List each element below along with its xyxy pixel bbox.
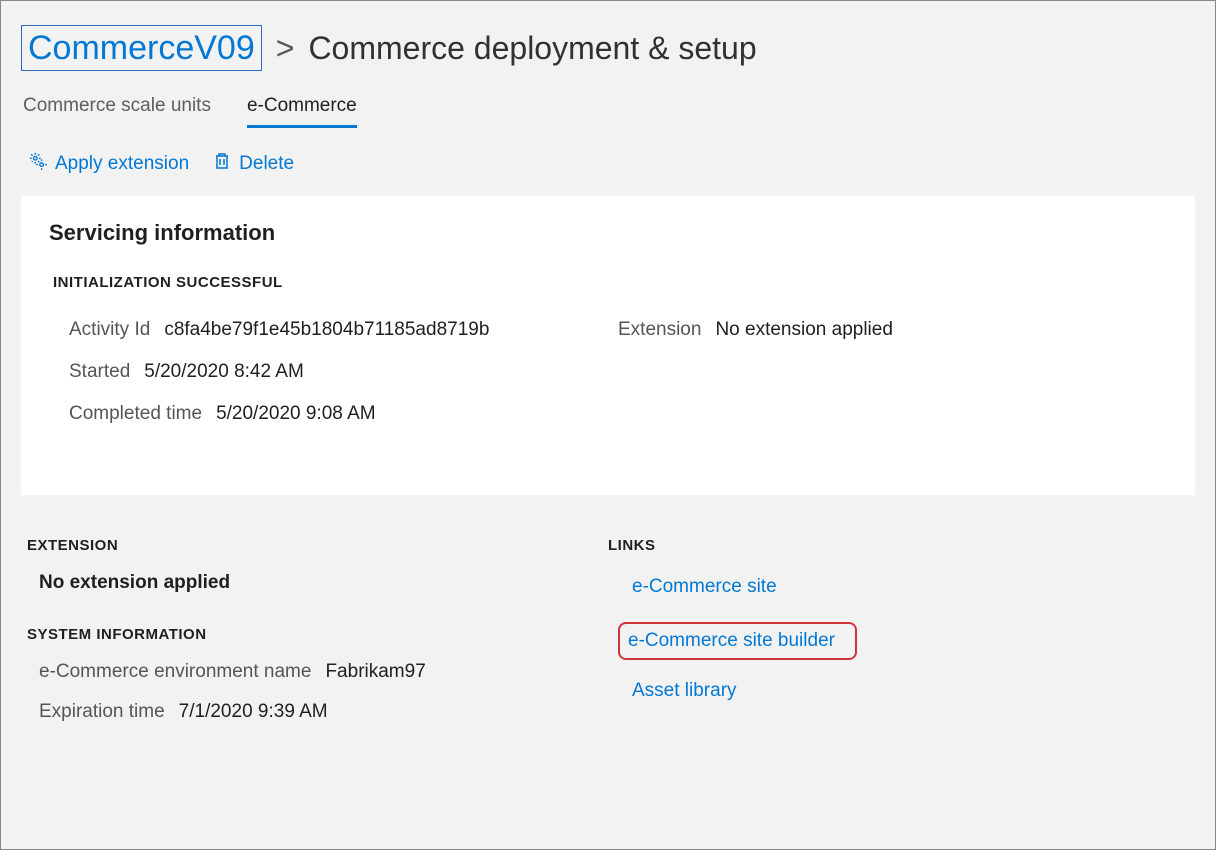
delete-label: Delete xyxy=(239,153,294,175)
system-information-heading: SYSTEM INFORMATION xyxy=(27,626,608,643)
extension-label: Extension xyxy=(618,319,701,341)
expiration-value: 7/1/2020 9:39 AM xyxy=(179,701,328,723)
started-value: 5/20/2020 8:42 AM xyxy=(144,361,304,383)
apply-extension-label: Apply extension xyxy=(55,153,189,175)
extension-value: No extension applied xyxy=(715,319,892,341)
servicing-title: Servicing information xyxy=(49,220,1167,246)
completed-time-label: Completed time xyxy=(69,403,202,425)
tab-commerce-scale-units[interactable]: Commerce scale units xyxy=(23,95,211,128)
trash-icon xyxy=(213,152,231,176)
link-asset-library[interactable]: Asset library xyxy=(626,676,743,706)
extension-section-value: No extension applied xyxy=(27,572,608,594)
toolbar: Apply extension Delete xyxy=(21,152,1195,176)
links-heading: LINKS xyxy=(608,537,1189,554)
breadcrumb-link[interactable]: CommerceV09 xyxy=(21,25,262,71)
env-name-value: Fabrikam97 xyxy=(325,661,425,683)
started-label: Started xyxy=(69,361,130,383)
page-title: Commerce deployment & setup xyxy=(308,30,756,67)
tab-e-commerce[interactable]: e-Commerce xyxy=(247,95,357,128)
initialization-status: INITIALIZATION SUCCESSFUL xyxy=(49,274,1167,291)
completed-time-value: 5/20/2020 9:08 AM xyxy=(216,403,376,425)
extension-heading: EXTENSION xyxy=(27,537,608,554)
servicing-card: Servicing information INITIALIZATION SUC… xyxy=(21,196,1195,495)
breadcrumb-separator: > xyxy=(276,30,295,67)
apply-extension-button[interactable]: Apply extension xyxy=(29,152,189,176)
env-name-label: e-Commerce environment name xyxy=(39,661,311,683)
activity-id-label: Activity Id xyxy=(69,319,150,341)
breadcrumb: CommerceV09 > Commerce deployment & setu… xyxy=(21,25,1195,71)
expiration-label: Expiration time xyxy=(39,701,165,723)
link-ecommerce-site[interactable]: e-Commerce site xyxy=(626,572,783,602)
gear-icon xyxy=(29,152,47,176)
activity-id-value: c8fa4be79f1e45b1804b71185ad8719b xyxy=(164,319,489,341)
delete-button[interactable]: Delete xyxy=(213,152,294,176)
tabs: Commerce scale units e-Commerce xyxy=(21,95,1195,128)
link-ecommerce-site-builder[interactable]: e-Commerce site builder xyxy=(618,622,857,660)
